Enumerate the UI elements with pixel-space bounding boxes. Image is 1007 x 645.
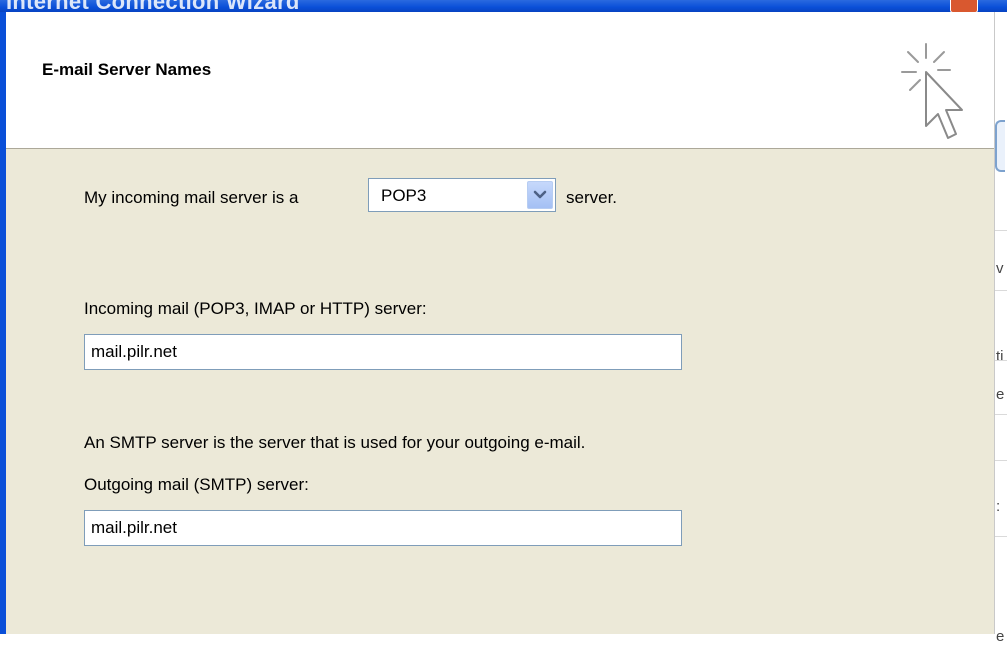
dropdown-arrow-button[interactable] <box>527 181 553 209</box>
divider <box>995 290 1007 291</box>
sparkle-cursor-icon <box>901 43 963 139</box>
background-window: v ti e : e <box>994 12 1007 645</box>
background-window-button <box>995 120 1005 172</box>
smtp-description: An SMTP server is the server that is use… <box>84 433 586 452</box>
divider <box>995 230 1007 231</box>
wizard-header: E-mail Server Names <box>6 12 994 149</box>
incoming-server-label: Incoming mail (POP3, IMAP or HTTP) serve… <box>84 299 427 318</box>
wizard-dialog: E-mail Server Names My incoming mail ser… <box>0 12 994 634</box>
divider <box>995 360 1007 361</box>
divider <box>995 460 1007 461</box>
outgoing-server-input[interactable] <box>91 517 671 539</box>
incoming-server-input[interactable] <box>91 341 671 363</box>
divider <box>995 536 1007 537</box>
background-text-fragment: ti <box>996 348 1004 365</box>
page-title: E-mail Server Names <box>42 60 212 79</box>
divider <box>995 414 1007 415</box>
server-suffix-label: server. <box>566 188 618 207</box>
outgoing-server-field[interactable] <box>84 510 682 546</box>
background-text-fragment: e <box>996 386 1005 403</box>
background-text-fragment: e <box>996 628 1005 645</box>
chevron-down-icon <box>533 190 547 199</box>
window-title: Internet Connection Wizard <box>6 0 300 12</box>
close-button[interactable] <box>950 0 978 12</box>
background-text-fragment: : <box>996 498 1001 515</box>
incoming-server-type-label: My incoming mail server is a <box>84 188 299 207</box>
outgoing-server-label: Outgoing mail (SMTP) server: <box>84 475 309 494</box>
title-bar[interactable]: Internet Connection Wizard <box>0 0 1007 12</box>
incoming-server-type-value: POP3 <box>381 186 427 205</box>
incoming-server-field[interactable] <box>84 334 682 370</box>
background-text-fragment: v <box>996 260 1004 277</box>
incoming-server-type-select[interactable]: POP3 <box>368 178 556 212</box>
